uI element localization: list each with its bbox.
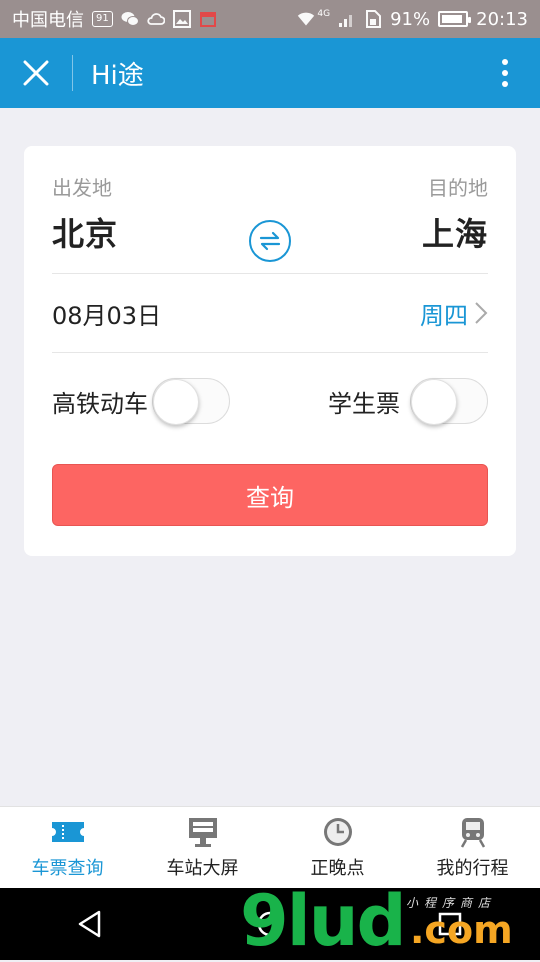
tab-label: 车票查询: [31, 857, 104, 879]
sim-icon: [364, 10, 382, 28]
app-header: Hi途: [0, 38, 540, 108]
destination-field[interactable]: 目的地 上海: [422, 172, 488, 255]
carrier-name: 中国电信: [12, 10, 84, 31]
highspeed-toggle[interactable]: [152, 378, 230, 425]
cloud-icon: [147, 10, 165, 28]
ticket-icon: [51, 816, 85, 848]
wechat-icon: [121, 10, 139, 28]
divider: [52, 352, 488, 353]
highspeed-label: 高铁动车: [52, 389, 148, 418]
search-button[interactable]: 查询: [52, 464, 488, 526]
toggle-knob: [411, 379, 457, 425]
route-row: 出发地 北京 目的地 上海: [52, 172, 488, 272]
status-left: 中国电信 91: [12, 6, 217, 32]
back-button[interactable]: [60, 894, 120, 954]
ticket-search-card: 出发地 北京 目的地 上海 08月03日 周四 高铁动车 学生票 查询: [24, 146, 516, 556]
student-toggle[interactable]: [410, 378, 488, 425]
student-label: 学生票: [328, 389, 400, 418]
recents-button[interactable]: [420, 894, 480, 954]
tab-delay-status[interactable]: 正晚点: [270, 807, 405, 888]
toggle-knob: [153, 379, 199, 425]
swap-icon: [259, 231, 281, 251]
close-button[interactable]: [0, 38, 72, 108]
back-triangle-icon: [78, 910, 101, 938]
tab-label: 正晚点: [310, 857, 365, 879]
tab-label: 我的行程: [436, 857, 509, 879]
departure-date: 08月03日: [52, 301, 162, 330]
tab-label: 车站大屏: [166, 857, 239, 879]
date-row[interactable]: 08月03日 周四: [52, 274, 488, 352]
header-divider: [72, 55, 73, 91]
recents-square-icon: [438, 912, 462, 936]
system-nav-bar: [0, 888, 540, 960]
departure-city[interactable]: 北京: [52, 209, 118, 255]
more-vertical-icon: [502, 59, 508, 87]
weekday-label: 周四: [420, 301, 468, 330]
page-title: Hi途: [91, 60, 144, 91]
clock-time: 20:13: [476, 8, 528, 30]
calendar-icon: [199, 10, 217, 28]
tab-my-trips[interactable]: 我的行程: [405, 807, 540, 888]
departure-label: 出发地: [52, 176, 112, 200]
image-icon: [172, 10, 191, 28]
tab-station-screen[interactable]: 车站大屏: [135, 807, 270, 888]
monitor-icon: [186, 816, 220, 848]
student-option: 学生票: [328, 378, 488, 425]
network-type: 4G: [317, 9, 331, 19]
more-menu-button[interactable]: [470, 38, 540, 108]
train-icon: [456, 816, 490, 848]
destination-label: 目的地: [428, 176, 488, 200]
status-bar: 中国电信 91 4G 91% 20:13: [0, 0, 540, 38]
weekday-group: 周四: [420, 296, 488, 331]
clock-icon: [321, 816, 355, 848]
bottom-tab-bar: 车票查询 车站大屏 正晚点 我的行程: [0, 806, 540, 888]
wifi-icon: [297, 10, 315, 28]
signal-icon: [338, 10, 356, 28]
home-button[interactable]: [240, 894, 300, 954]
status-right: 4G 91% 20:13: [297, 9, 528, 30]
chevron-right-icon: [475, 302, 488, 324]
sim-badge: 91: [92, 11, 113, 27]
departure-field[interactable]: 出发地 北京: [52, 172, 118, 255]
options-row: 高铁动车 学生票: [52, 356, 488, 446]
battery-icon: [438, 11, 472, 27]
tab-ticket-search[interactable]: 车票查询: [0, 807, 135, 888]
close-icon: [23, 60, 49, 86]
destination-city[interactable]: 上海: [422, 209, 488, 255]
home-circle-icon: [257, 911, 283, 937]
swap-cities-button[interactable]: [249, 220, 291, 262]
battery-percent: 91%: [390, 8, 431, 30]
